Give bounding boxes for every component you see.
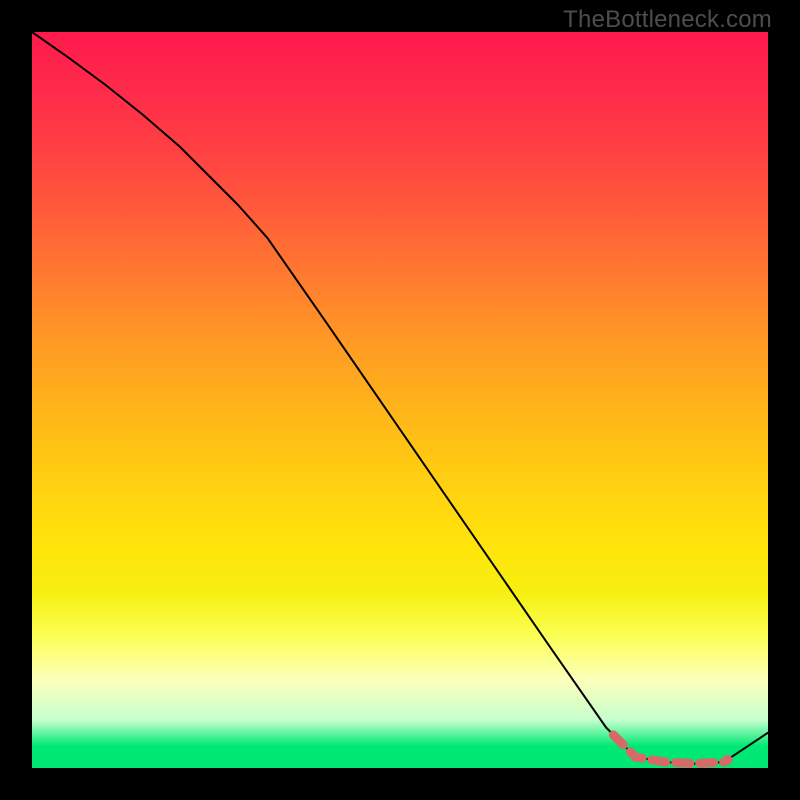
bottleneck-curve — [32, 32, 768, 764]
chart-overlay — [32, 32, 768, 768]
watermark-text: TheBottleneck.com — [563, 6, 772, 34]
chart-frame: TheBottleneck.com — [0, 0, 800, 800]
target-segment — [613, 735, 723, 764]
target-end-dot — [723, 755, 733, 765]
